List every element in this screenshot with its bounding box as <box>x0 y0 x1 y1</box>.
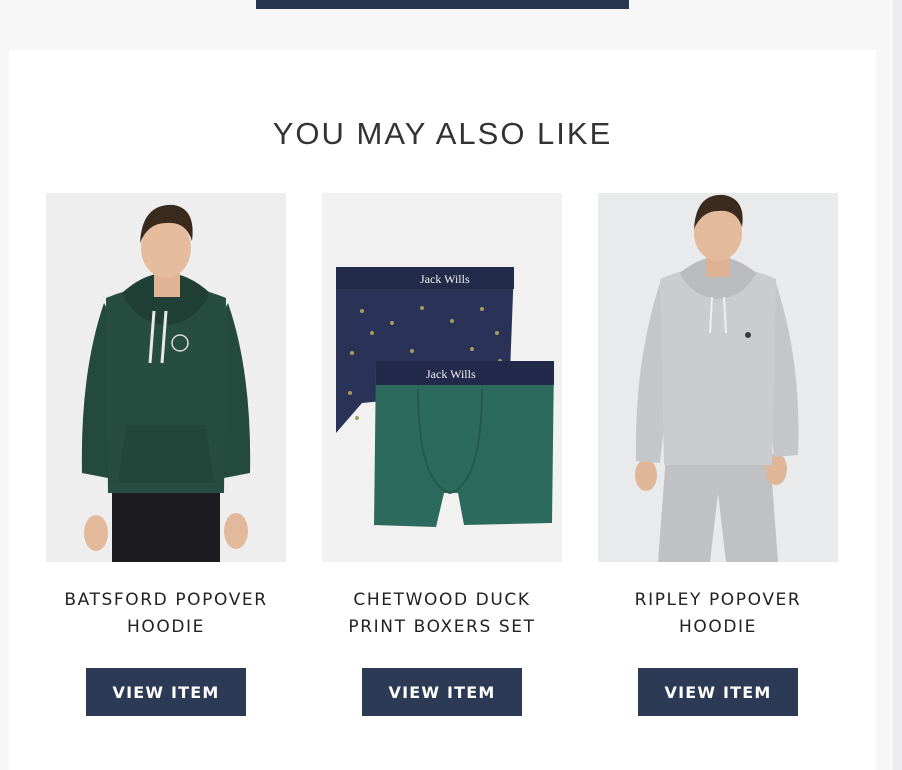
scrollbar-track[interactable] <box>893 0 902 770</box>
svg-text:Jack Wills: Jack Wills <box>426 367 476 381</box>
product-name-line2[interactable]: HOODIE <box>588 614 848 641</box>
product-name-line1[interactable]: CHETWOOD DUCK <box>312 587 572 614</box>
product-name-line1[interactable]: BATSFORD POPOVER <box>36 587 296 614</box>
product-card[interactable]: Jack Wills Jack Wills CHETWOOD DUCK PRIN… <box>322 193 562 723</box>
product-image[interactable] <box>46 193 286 562</box>
view-item-button[interactable]: VIEW ITEM <box>86 668 246 716</box>
top-action-bar <box>256 0 629 9</box>
product-name[interactable]: BATSFORD POPOVER HOODIE <box>36 587 296 641</box>
waistband-text: Jack Wills <box>420 272 470 286</box>
view-item-button[interactable]: VIEW ITEM <box>362 668 522 716</box>
product-name-line1[interactable]: RIPLEY POPOVER <box>588 587 848 614</box>
product-name[interactable]: CHETWOOD DUCK PRINT BOXERS SET <box>312 587 572 641</box>
product-name-line2[interactable]: PRINT BOXERS SET <box>312 614 572 641</box>
product-image[interactable] <box>598 193 838 562</box>
view-item-button[interactable]: VIEW ITEM <box>638 668 798 716</box>
product-card[interactable]: BATSFORD POPOVER HOODIE VIEW ITEM <box>46 193 286 723</box>
product-image[interactable]: Jack Wills Jack Wills <box>322 193 562 562</box>
product-name-line2[interactable]: HOODIE <box>36 614 296 641</box>
product-name[interactable]: RIPLEY POPOVER HOODIE <box>588 587 848 641</box>
product-card[interactable]: RIPLEY POPOVER HOODIE VIEW ITEM <box>598 193 838 723</box>
section-heading: YOU MAY ALSO LIKE <box>272 116 613 151</box>
recommendations-panel: YOU MAY ALSO LIKE BATSFORD POPOVER HOODI… <box>9 50 876 770</box>
